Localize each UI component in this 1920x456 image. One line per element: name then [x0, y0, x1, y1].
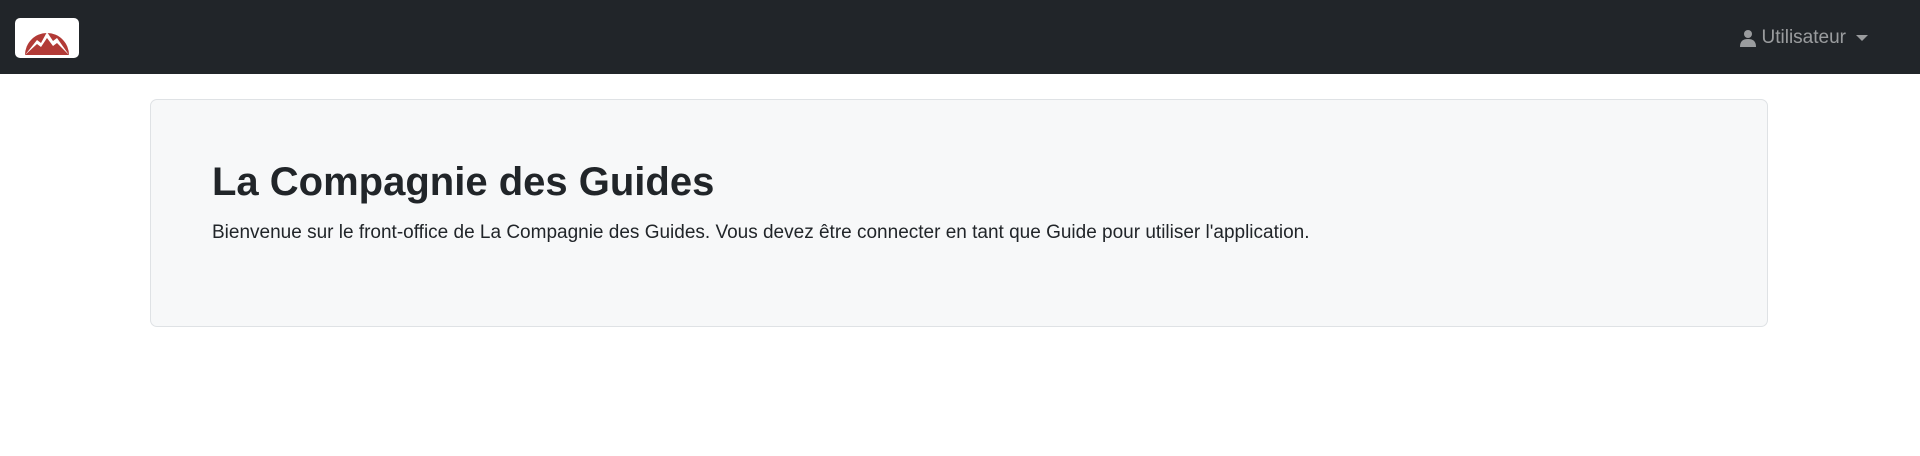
mountain-logo-icon [25, 33, 69, 55]
page-title: La Compagnie des Guides [212, 160, 715, 204]
user-icon [1739, 29, 1756, 47]
user-dropdown-toggle[interactable]: Utilisateur [1739, 24, 1868, 52]
caret-down-icon [1856, 35, 1868, 41]
top-navbar: Utilisateur [0, 0, 1920, 74]
brand-logo-link[interactable] [15, 18, 79, 58]
welcome-jumbotron: La Compagnie des Guides Bienvenue sur le… [150, 99, 1768, 327]
welcome-message: Bienvenue sur le front-office de La Comp… [212, 222, 1310, 243]
user-menu-label: Utilisateur [1761, 27, 1846, 48]
